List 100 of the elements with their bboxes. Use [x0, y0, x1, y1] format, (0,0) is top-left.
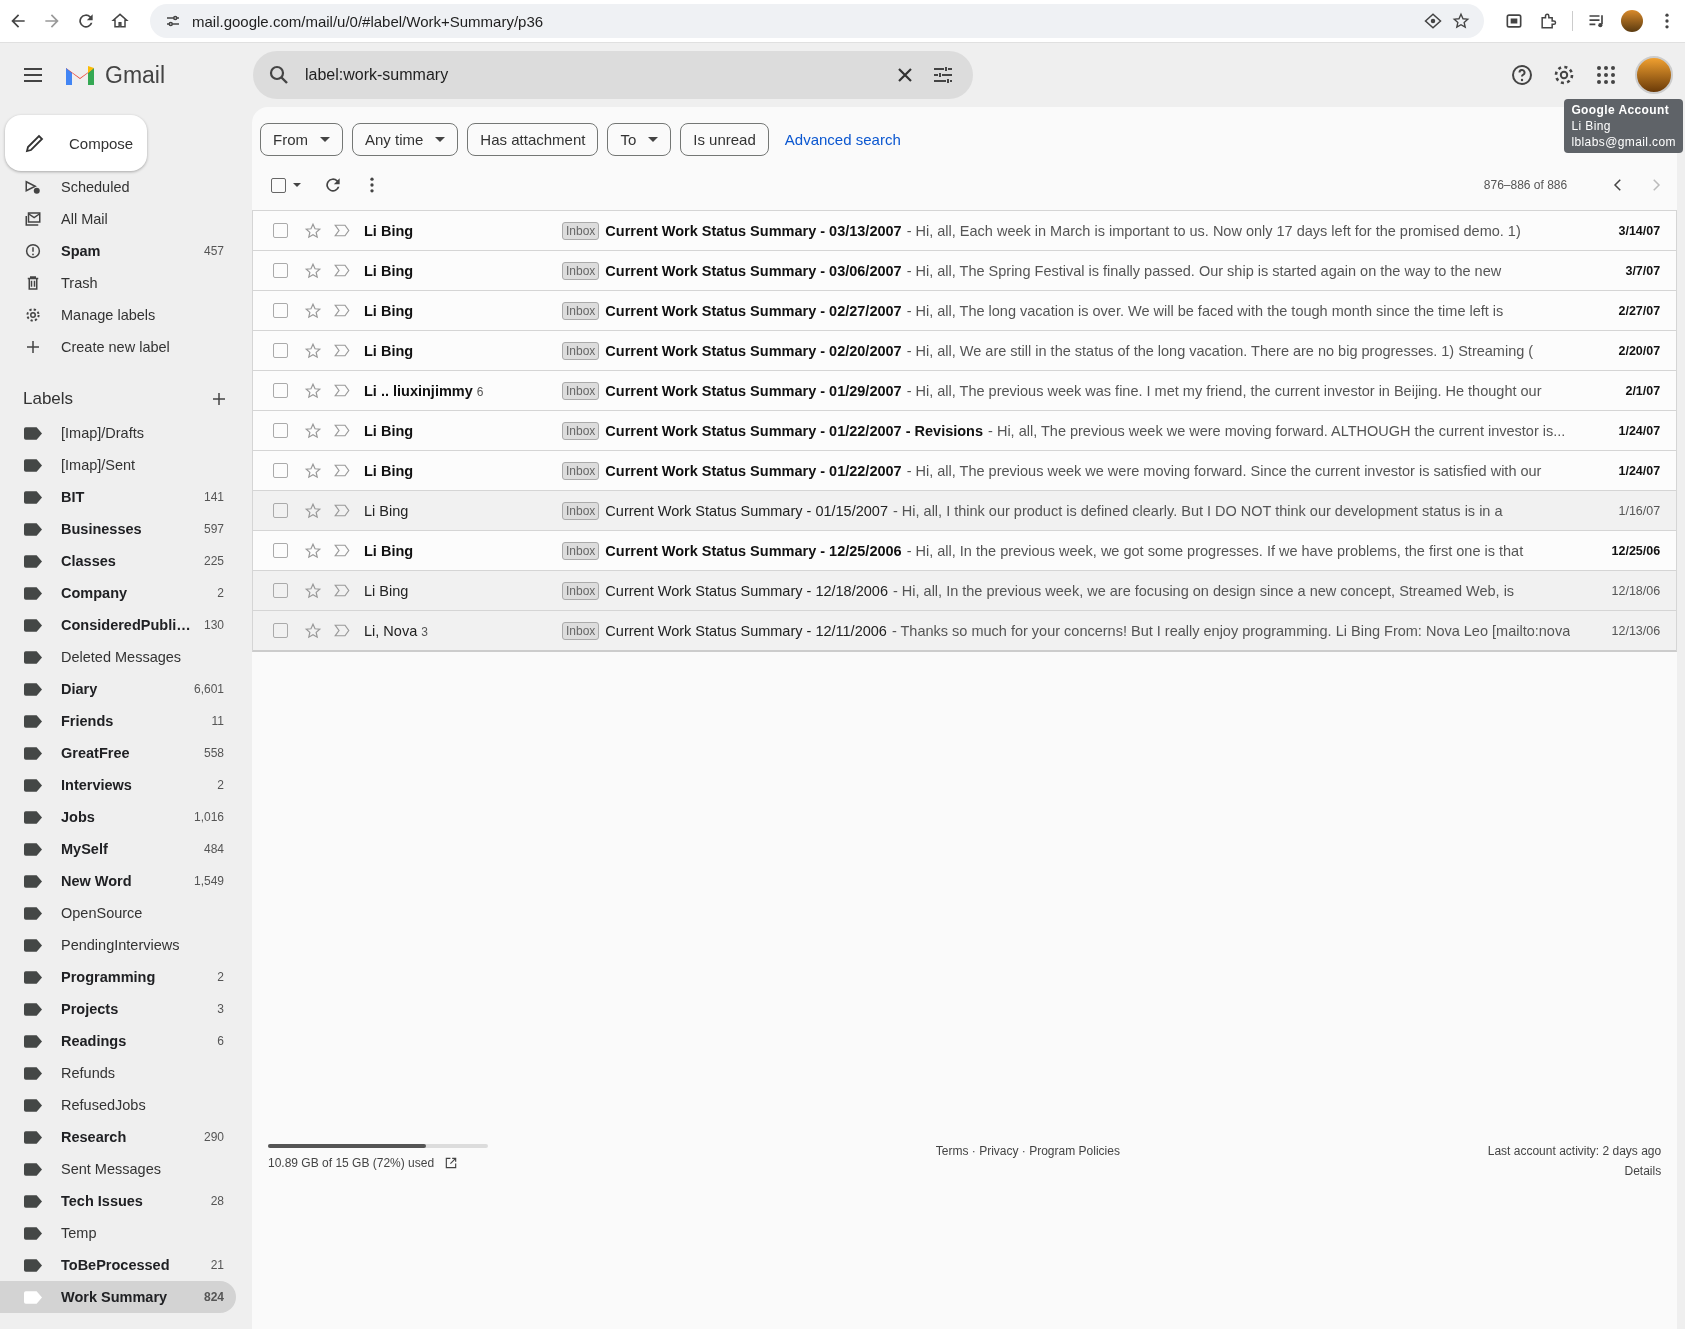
nav-item[interactable]: Spam 457	[0, 235, 236, 267]
filter-chip[interactable]: From	[260, 123, 343, 156]
nav-item[interactable]: Manage labels	[0, 299, 236, 331]
importance-marker-icon[interactable]	[333, 223, 351, 238]
importance-marker-icon[interactable]	[333, 263, 351, 278]
label-item[interactable]: GreatFree 558	[0, 737, 236, 769]
star-icon[interactable]	[304, 301, 322, 320]
label-item[interactable]: Readings 6	[0, 1025, 236, 1057]
star-icon[interactable]	[304, 261, 322, 280]
importance-marker-icon[interactable]	[333, 423, 351, 438]
star-icon[interactable]	[304, 421, 322, 440]
star-icon[interactable]	[304, 541, 322, 560]
star-icon[interactable]	[304, 581, 322, 600]
importance-marker-icon[interactable]	[333, 543, 351, 558]
compose-button[interactable]: Compose	[5, 115, 147, 171]
label-item[interactable]: Temp	[0, 1217, 236, 1249]
search-input[interactable]: label:work-summary	[305, 66, 879, 84]
inbox-label-badge[interactable]: Inbox	[562, 461, 600, 480]
filter-chip[interactable]: Any time	[352, 123, 459, 156]
row-checkbox[interactable]	[273, 583, 288, 598]
star-icon[interactable]	[304, 341, 322, 360]
envelope-m-logo-icon[interactable]	[64, 63, 96, 87]
email-row[interactable]: Li, Nova 3 Inbox Current Work Status Summary - 12/11/2006 - Thanks so much for your concerns! But I really enjoy programming. Li Bing From: Nova Leo [mailto:nova 12/13/06	[253, 610, 1677, 650]
label-item[interactable]: Sent Messages	[0, 1153, 236, 1185]
label-item[interactable]: ToBeProcessed 21	[0, 1249, 236, 1281]
reload-icon[interactable]	[76, 11, 96, 31]
filter-chip[interactable]: Is unread	[680, 123, 769, 156]
inbox-label-badge[interactable]: Inbox	[562, 381, 600, 400]
importance-marker-icon[interactable]	[333, 343, 351, 358]
row-checkbox[interactable]	[273, 503, 288, 518]
row-checkbox[interactable]	[273, 463, 288, 478]
puzzle-icon[interactable]	[1538, 11, 1558, 31]
filter-chip[interactable]: To	[607, 123, 672, 156]
row-checkbox[interactable]	[273, 263, 288, 278]
inbox-label-badge[interactable]: Inbox	[562, 581, 600, 600]
label-item[interactable]: Research 290	[0, 1121, 236, 1153]
email-row[interactable]: Li Bing Inbox Current Work Status Summary - 01/15/2007 - Hi, all, I think our product is defined clearly. But I DO NOT think our development status is in a 1/16/07	[253, 490, 1677, 530]
nav-item[interactable]: Create new label	[0, 331, 236, 363]
label-item[interactable]: PendingInterviews	[0, 929, 236, 961]
select-all-checkbox[interactable]	[271, 177, 286, 193]
nav-item[interactable]: Trash	[0, 267, 236, 299]
inbox-label-badge[interactable]: Inbox	[562, 341, 600, 360]
label-item[interactable]: Projects 3	[0, 993, 236, 1025]
add-label-icon[interactable]	[210, 390, 228, 408]
star-icon[interactable]	[1452, 12, 1470, 30]
label-item[interactable]: Jobs 1,016	[0, 801, 236, 833]
label-item[interactable]: Friends 11	[0, 705, 236, 737]
star-icon[interactable]	[304, 621, 322, 640]
label-item[interactable]: Tech Issues 28	[0, 1185, 236, 1217]
importance-marker-icon[interactable]	[333, 623, 351, 638]
importance-marker-icon[interactable]	[333, 503, 351, 518]
advanced-search-link[interactable]: Advanced search	[784, 131, 901, 148]
star-icon[interactable]	[304, 501, 322, 520]
label-item[interactable]: Work Summary 824	[0, 1281, 236, 1313]
external-link-icon[interactable]	[444, 1156, 459, 1170]
label-item[interactable]: Programming 2	[0, 961, 236, 993]
account-avatar[interactable]	[1635, 56, 1673, 94]
app-name[interactable]: Gmail	[105, 61, 166, 89]
star-icon[interactable]	[304, 221, 322, 240]
label-item[interactable]: Classes 225	[0, 545, 236, 577]
address-bar[interactable]: mail.google.com/mail/u/0/#label/Work+Summary/p36	[150, 4, 1484, 38]
apps-grid-icon[interactable]	[1594, 63, 1618, 87]
label-item[interactable]: RefusedJobs	[0, 1089, 236, 1121]
help-icon[interactable]	[1510, 63, 1534, 87]
settings-icon[interactable]	[1552, 63, 1576, 87]
email-row[interactable]: Li Bing Inbox Current Work Status Summary - 12/18/2006 - Hi, all, In the previous week, we are focusing on design since a new concept, Streamed Web, is 12/18/06	[253, 570, 1677, 610]
label-item[interactable]: ConsideredPubli… 130	[0, 609, 236, 641]
inbox-label-badge[interactable]: Inbox	[562, 501, 600, 520]
star-icon[interactable]	[304, 461, 322, 480]
label-item[interactable]: [Imap]/Sent	[0, 449, 236, 481]
label-item[interactable]: Deleted Messages	[0, 641, 236, 673]
nav-item[interactable]: Scheduled	[0, 171, 236, 203]
nav-item[interactable]: All Mail	[0, 203, 236, 235]
row-checkbox[interactable]	[273, 543, 288, 558]
label-item[interactable]: Diary 6,601	[0, 673, 236, 705]
inbox-label-badge[interactable]: Inbox	[562, 301, 600, 320]
label-item[interactable]: OpenSource	[0, 897, 236, 929]
inbox-label-badge[interactable]: Inbox	[562, 421, 600, 440]
row-checkbox[interactable]	[273, 223, 288, 238]
importance-marker-icon[interactable]	[333, 303, 351, 318]
search-bar[interactable]: label:work-summary	[253, 51, 973, 99]
inbox-label-badge[interactable]: Inbox	[562, 541, 600, 560]
label-item[interactable]: BIT 141	[0, 481, 236, 513]
footer-links[interactable]: Terms · Privacy · Program Policies	[935, 1144, 1120, 1178]
row-checkbox[interactable]	[273, 423, 288, 438]
label-item[interactable]: New Word 1,549	[0, 865, 236, 897]
label-item[interactable]: MySelf 484	[0, 833, 236, 865]
inbox-label-badge[interactable]: Inbox	[562, 261, 600, 280]
home-icon[interactable]	[110, 11, 130, 31]
details-link[interactable]: Details	[1624, 1164, 1662, 1178]
row-checkbox[interactable]	[273, 303, 288, 318]
row-checkbox[interactable]	[273, 343, 288, 358]
label-item[interactable]: Interviews 2	[0, 769, 236, 801]
star-icon[interactable]	[304, 381, 322, 400]
inbox-label-badge[interactable]: Inbox	[562, 621, 600, 640]
refresh-icon[interactable]	[323, 175, 343, 195]
row-checkbox[interactable]	[273, 623, 288, 638]
label-item[interactable]: Refunds	[0, 1057, 236, 1089]
label-item[interactable]: [Imap]/Drafts	[0, 417, 236, 449]
caret-icon[interactable]	[293, 183, 301, 187]
